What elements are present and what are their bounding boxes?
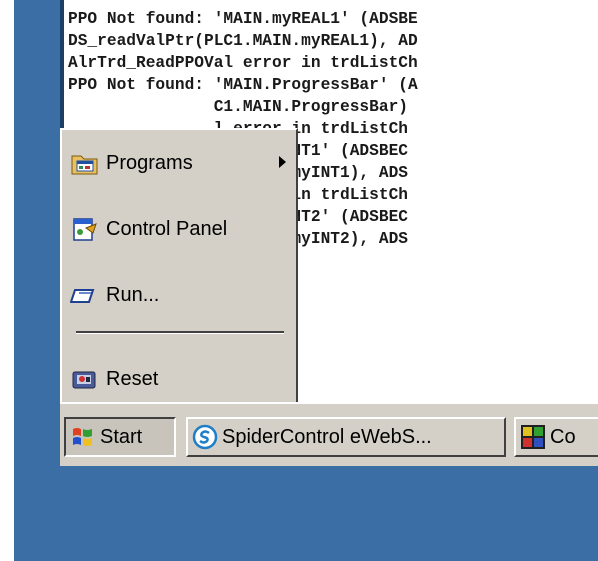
menu-item-label: Control Panel bbox=[106, 217, 228, 240]
taskbar: Start SpiderControl eWebS... Co bbox=[60, 402, 598, 466]
taskbar-button-label: Co bbox=[550, 425, 576, 448]
reset-icon bbox=[70, 364, 100, 394]
spidercontrol-icon bbox=[192, 424, 218, 450]
control-panel-icon bbox=[70, 214, 100, 244]
run-icon bbox=[69, 280, 100, 310]
log-line: AlrTrd_ReadPPOVal error in trdListCh bbox=[68, 54, 418, 72]
log-line: DS_readValPtr(PLC1.MAIN.myREAL1), AD bbox=[68, 32, 418, 50]
menu-item-programs[interactable]: Programs bbox=[70, 144, 292, 182]
menu-item-label: Run... bbox=[106, 283, 160, 306]
menu-separator bbox=[76, 331, 284, 334]
log-line: PPO Not found: 'MAIN.myREAL1' (ADSBE bbox=[68, 10, 418, 28]
menu-item-reset[interactable]: Reset bbox=[70, 360, 292, 398]
menu-item-control-panel[interactable]: Control Panel bbox=[70, 210, 292, 248]
start-button-label: Start bbox=[100, 425, 143, 448]
taskbar-button-twincat[interactable]: Co bbox=[514, 417, 598, 457]
start-menu: Programs Control Panel Run... Reset bbox=[60, 128, 298, 408]
taskbar-button-spidercontrol[interactable]: SpiderControl eWebS... bbox=[186, 417, 506, 457]
menu-item-run[interactable]: Run... bbox=[69, 276, 292, 314]
submenu-arrow-icon bbox=[279, 156, 286, 168]
log-line: C1.MAIN.ProgressBar) bbox=[68, 98, 408, 116]
windows-logo-icon bbox=[70, 424, 96, 450]
start-button[interactable]: Start bbox=[64, 417, 176, 457]
taskbar-button-label: SpiderControl eWebS... bbox=[222, 425, 432, 448]
programs-folder-icon bbox=[70, 148, 100, 178]
menu-item-label: Programs bbox=[106, 151, 193, 174]
twincat-app-icon bbox=[520, 424, 546, 450]
menu-item-label: Reset bbox=[106, 367, 159, 390]
log-line: PPO Not found: 'MAIN.ProgressBar' (A bbox=[68, 76, 418, 94]
